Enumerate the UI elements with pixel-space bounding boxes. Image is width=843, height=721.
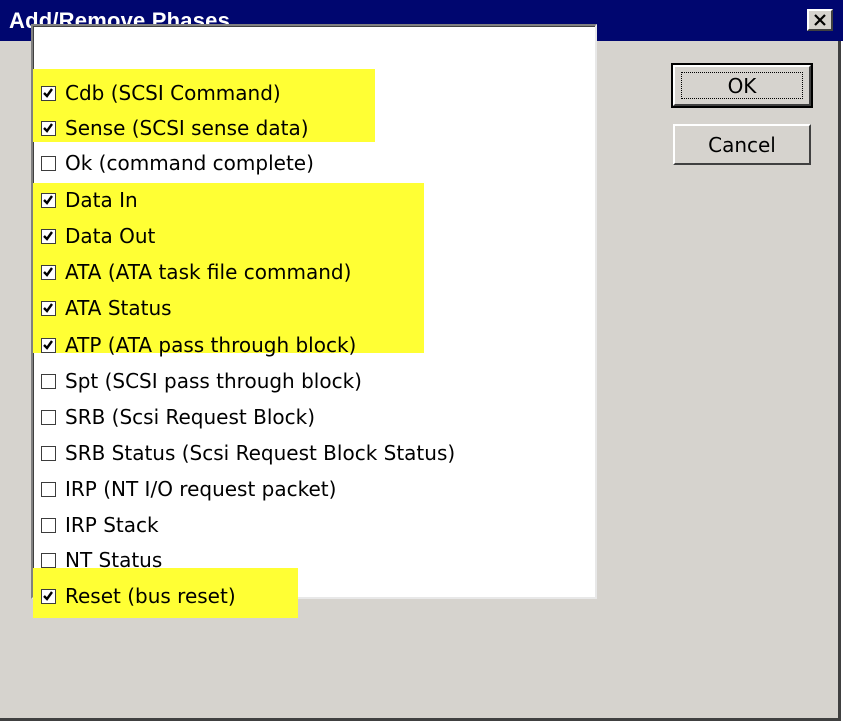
checkbox-unchecked[interactable] (41, 517, 56, 533)
phase-label: NT Status (65, 548, 163, 572)
phase-label: IRP Stack (65, 513, 159, 537)
checkbox-unchecked[interactable] (41, 409, 56, 425)
phase-item[interactable]: Ok (command complete) (41, 145, 314, 181)
checkbox-unchecked[interactable] (41, 552, 56, 568)
checkmark-icon (43, 230, 53, 241)
checkbox-unchecked[interactable] (41, 155, 56, 171)
checkbox-checked[interactable] (41, 120, 56, 136)
checkbox-unchecked[interactable] (41, 481, 56, 497)
phase-label: Sense (SCSI sense data) (65, 116, 309, 140)
phase-item[interactable]: SRB (Scsi Request Block) (41, 399, 315, 435)
checkmark-icon (43, 590, 53, 601)
checkmark-icon (43, 266, 53, 277)
phase-item[interactable]: IRP (NT I/O request packet) (41, 471, 336, 507)
phase-item[interactable]: Cdb (SCSI Command) (41, 75, 281, 111)
checkbox-unchecked[interactable] (41, 445, 56, 461)
phase-label: ATA (ATA task file command) (65, 260, 352, 284)
checkbox-checked[interactable] (41, 300, 56, 316)
phase-label: SRB (Scsi Request Block) (65, 405, 315, 429)
phase-item[interactable]: Data Out (41, 218, 155, 254)
checkmark-icon (43, 194, 53, 205)
checkmark-icon (43, 122, 53, 133)
cancel-button-label: Cancel (708, 132, 776, 157)
phase-label: IRP (NT I/O request packet) (65, 477, 337, 501)
checkbox-checked[interactable] (41, 228, 56, 244)
checkmark-icon (43, 87, 53, 98)
phase-label: Ok (command complete) (65, 151, 314, 175)
phase-item[interactable]: Sense (SCSI sense data) (41, 110, 309, 146)
phase-label: ATA Status (65, 296, 172, 320)
close-icon (814, 14, 826, 26)
phase-label: Cdb (SCSI Command) (65, 81, 281, 105)
phase-label: SRB Status (Scsi Request Block Status) (65, 441, 456, 465)
checkbox-checked[interactable] (41, 85, 56, 101)
phase-item[interactable]: ATA Status (41, 290, 172, 326)
phase-item[interactable]: NT Status (41, 542, 162, 578)
checkbox-checked[interactable] (41, 192, 56, 208)
phase-item[interactable]: Data In (41, 182, 138, 218)
ok-button[interactable]: OK (671, 63, 813, 108)
phase-label: Spt (SCSI pass through block) (65, 369, 362, 393)
checkbox-checked[interactable] (41, 588, 56, 604)
phase-item[interactable]: IRP Stack (41, 507, 159, 543)
checkbox-checked[interactable] (41, 337, 56, 353)
cancel-button[interactable]: Cancel (673, 124, 811, 165)
phase-label: ATP (ATA pass through block) (65, 333, 357, 357)
checkmark-icon (43, 302, 53, 313)
phase-item[interactable]: Reset (bus reset) (41, 578, 236, 614)
focus-rect (681, 72, 803, 99)
phase-label: Data In (65, 188, 138, 212)
checkbox-unchecked[interactable] (41, 373, 56, 389)
phase-item[interactable]: ATP (ATA pass through block) (41, 327, 356, 363)
phase-item[interactable]: SRB Status (Scsi Request Block Status) (41, 435, 455, 471)
phase-label: Reset (bus reset) (65, 584, 236, 608)
phase-label: Data Out (65, 224, 156, 248)
phase-item[interactable]: ATA (ATA task file command) (41, 254, 351, 290)
checkbox-checked[interactable] (41, 264, 56, 280)
phase-item[interactable]: Spt (SCSI pass through block) (41, 363, 362, 399)
close-button[interactable] (807, 9, 833, 31)
checkmark-icon (43, 339, 53, 350)
